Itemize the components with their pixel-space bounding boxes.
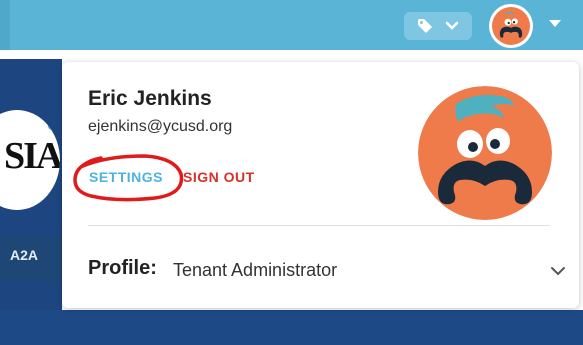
profile-label: Profile: — [88, 257, 157, 279]
profile-value: Tenant Administrator — [173, 260, 338, 280]
profile-selector[interactable]: Profile: Tenant Administrator — [62, 227, 579, 305]
bottom-banner — [0, 310, 583, 345]
topbar-edge — [0, 0, 10, 50]
side-label: A2A — [10, 247, 39, 263]
tag-menu-button[interactable] — [404, 12, 472, 40]
settings-link[interactable]: SETTINGS — [89, 169, 163, 185]
chevron-down-icon[interactable] — [550, 263, 566, 281]
header-gap — [0, 50, 583, 59]
chevron-down-icon — [445, 21, 459, 31]
user-avatar-large — [418, 86, 552, 220]
user-email: ejenkins@ycusd.org — [88, 118, 233, 135]
tag-icon — [417, 18, 433, 34]
user-avatar-button[interactable] — [489, 4, 533, 48]
logo-dot — [48, 122, 56, 130]
sign-out-link[interactable]: SIGN OUT — [183, 169, 255, 185]
caret-down-icon[interactable] — [548, 19, 562, 28]
user-menu-popover: Eric Jenkins ejenkins@ycusd.org SETTINGS… — [62, 62, 579, 308]
menu-divider — [88, 225, 550, 226]
mustache-avatar-icon — [492, 7, 530, 45]
mustache-avatar-icon — [418, 86, 552, 220]
user-name: Eric Jenkins — [88, 87, 212, 110]
